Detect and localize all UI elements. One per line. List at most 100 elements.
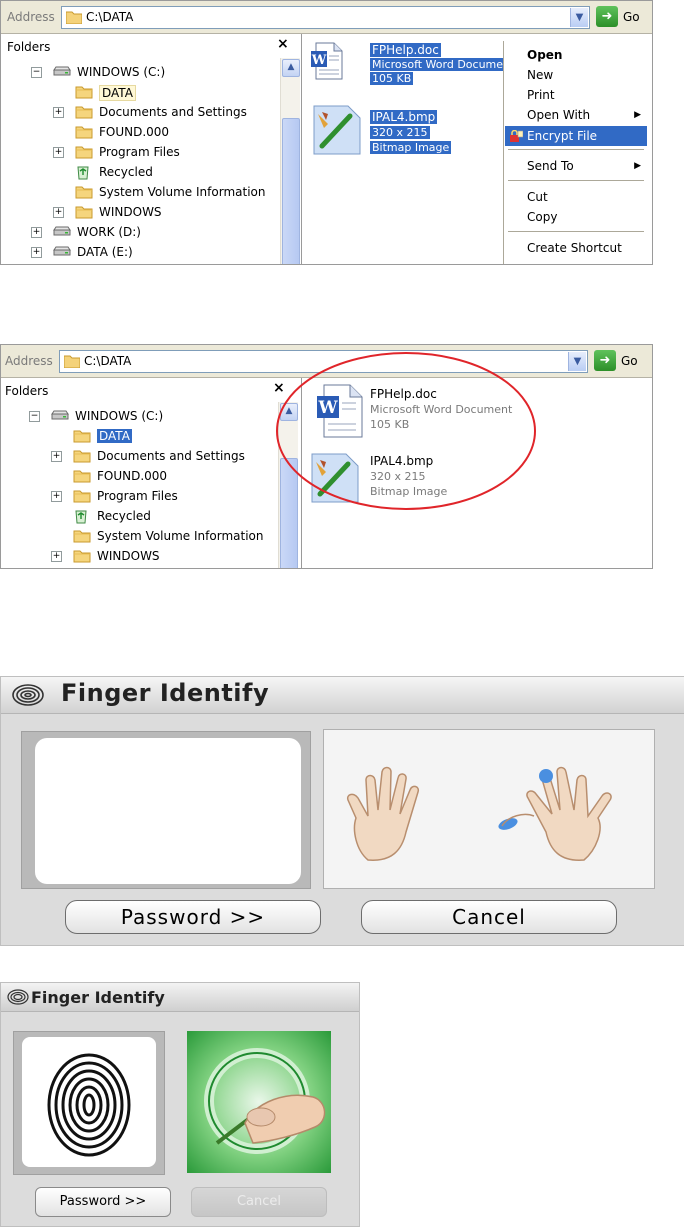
drive-icon bbox=[53, 64, 71, 81]
folder-icon bbox=[75, 124, 93, 142]
folders-title: Folders bbox=[7, 40, 51, 54]
folder-icon bbox=[75, 144, 93, 162]
go-button[interactable]: Go bbox=[621, 354, 638, 368]
menu-item-label: Send To bbox=[527, 159, 574, 173]
password-button-label: Password >> bbox=[59, 1194, 147, 1209]
password-button[interactable]: Password >> bbox=[35, 1187, 171, 1217]
file-name[interactable]: IPAL4.bmp bbox=[370, 110, 438, 124]
fingerprint-scan-area bbox=[21, 731, 311, 889]
menu-item-encrypt-file[interactable]: Encrypt File bbox=[505, 126, 647, 146]
explorer-window-bottom: Address C:\DATA ▼ ➜ Go Folders × ▲ − WIND… bbox=[0, 344, 653, 569]
expand-icon[interactable]: + bbox=[53, 107, 64, 118]
finger-identify-dialog-small: Finger Identify Password >> Cancel bbox=[0, 982, 360, 1227]
cancel-button: Cancel bbox=[191, 1187, 327, 1217]
fingerprint-icon bbox=[12, 684, 44, 706]
menu-item-send-to[interactable]: Send To ▶ bbox=[505, 156, 647, 176]
folder-icon bbox=[73, 448, 91, 466]
collapse-icon[interactable]: − bbox=[29, 411, 40, 422]
file-type: Bitmap Image bbox=[370, 141, 452, 154]
right-hand-icon[interactable] bbox=[494, 760, 624, 870]
menu-item-label: Print bbox=[527, 88, 555, 102]
menu-item-print[interactable]: Print bbox=[505, 85, 647, 105]
folder-icon bbox=[73, 548, 91, 566]
address-bar: Address C:\DATA ▼ ➜ Go bbox=[1, 1, 652, 34]
close-folders-icon[interactable]: × bbox=[277, 36, 289, 52]
tree-item-label: Recycled bbox=[97, 509, 151, 523]
word-doc-icon[interactable]: W bbox=[310, 42, 344, 80]
tree-item-label: WORK (D:) bbox=[77, 225, 141, 239]
hand-selection-area bbox=[323, 729, 655, 889]
go-arrow-icon[interactable]: ➜ bbox=[594, 350, 616, 371]
folder-icon bbox=[75, 184, 93, 202]
password-button[interactable]: Password >> bbox=[65, 900, 321, 934]
expand-icon[interactable]: + bbox=[53, 207, 64, 218]
password-button-label: Password >> bbox=[120, 905, 266, 929]
tree-item-label: Documents and Settings bbox=[99, 105, 247, 119]
expand-icon[interactable]: + bbox=[31, 227, 42, 238]
address-dropdown-icon[interactable]: ▼ bbox=[570, 8, 588, 27]
touch-sensor-graphic bbox=[187, 1031, 331, 1173]
folder-icon bbox=[66, 11, 82, 24]
scroll-thumb[interactable] bbox=[282, 118, 300, 264]
address-input[interactable]: C:\DATA ▼ bbox=[61, 6, 590, 29]
folders-title: Folders bbox=[5, 384, 49, 398]
folder-icon bbox=[73, 468, 91, 486]
left-hand-icon[interactable] bbox=[338, 760, 448, 870]
tree-item-label: System Volume Information bbox=[97, 529, 264, 543]
cancel-button[interactable]: Cancel bbox=[361, 900, 617, 934]
menu-item-label: Open With bbox=[527, 108, 591, 122]
folder-icon bbox=[75, 104, 93, 122]
menu-item-label: Cut bbox=[527, 190, 548, 204]
address-text: C:\DATA bbox=[86, 10, 134, 24]
expand-icon[interactable]: + bbox=[51, 551, 62, 562]
go-button[interactable]: Go bbox=[623, 10, 640, 24]
menu-item-label: New bbox=[527, 68, 554, 82]
tree-item-label: FOUND.000 bbox=[99, 125, 170, 139]
file-dimensions: 320 x 215 bbox=[370, 126, 430, 139]
expand-icon[interactable]: + bbox=[31, 247, 42, 258]
folder-scrollbar[interactable]: ▲ bbox=[280, 58, 300, 264]
recycle-icon bbox=[75, 164, 91, 183]
file-size: 105 KB bbox=[370, 72, 414, 85]
tree-item-label: WINDOWS (C:) bbox=[77, 65, 166, 79]
tree-item-label: Documents and Settings bbox=[97, 449, 245, 463]
menu-item-open-with[interactable]: Open With ▶ bbox=[505, 105, 647, 125]
folder-pane: Folders × ▲ − WINDOWS (C:) DATA + Documents … bbox=[1, 378, 302, 568]
address-text: C:\DATA bbox=[84, 354, 132, 368]
lock-icon bbox=[510, 130, 523, 142]
encrypted-files-circle bbox=[276, 352, 536, 510]
fingerprint-scan-icon bbox=[47, 1053, 131, 1157]
menu-separator bbox=[508, 180, 644, 181]
collapse-icon[interactable]: − bbox=[31, 67, 42, 78]
tree-item-label: WINDOWS (C:) bbox=[75, 409, 164, 423]
title-bar: Finger Identify bbox=[1, 983, 359, 1012]
tree-item-label: DATA (E:) bbox=[77, 245, 133, 259]
fingerprint-icon bbox=[7, 989, 29, 1005]
drive-icon bbox=[53, 224, 71, 241]
finger-identify-dialog-large: Finger Identify Password >> Cancel bbox=[0, 676, 684, 946]
scan-window bbox=[35, 738, 301, 884]
tree-item-label: Program Files bbox=[99, 145, 180, 159]
address-dropdown-icon[interactable]: ▼ bbox=[568, 352, 586, 371]
scroll-up-icon[interactable]: ▲ bbox=[282, 59, 300, 77]
menu-item-label: Copy bbox=[527, 210, 558, 224]
bitmap-icon[interactable] bbox=[310, 102, 366, 158]
go-arrow-icon[interactable]: ➜ bbox=[596, 6, 618, 27]
explorer-window-top: Address C:\DATA ▼ ➜ Go Folders × ▲ − WIND… bbox=[0, 0, 653, 265]
menu-item-new[interactable]: New bbox=[505, 65, 647, 85]
menu-item-cut[interactable]: Cut bbox=[505, 187, 647, 207]
expand-icon[interactable]: + bbox=[51, 491, 62, 502]
menu-item-create-shortcut[interactable]: Create Shortcut bbox=[505, 238, 647, 258]
folder-icon bbox=[75, 84, 93, 102]
expand-icon[interactable]: + bbox=[53, 147, 64, 158]
folder-pane: Folders × ▲ − WINDOWS (C:) DATA + Documents … bbox=[1, 34, 302, 264]
menu-item-copy[interactable]: Copy bbox=[505, 207, 647, 227]
folder-icon bbox=[73, 428, 91, 446]
context-menu: Open New Print Open With ▶ Encrypt File Send T… bbox=[503, 41, 650, 264]
tree-item-label: WINDOWS bbox=[97, 549, 160, 563]
file-name[interactable]: FPHelp.doc bbox=[370, 43, 441, 57]
menu-item-open[interactable]: Open bbox=[505, 45, 647, 65]
tree-item-label: WINDOWS bbox=[99, 205, 162, 219]
expand-icon[interactable]: + bbox=[51, 451, 62, 462]
tree-item-label: DATA bbox=[97, 429, 132, 443]
